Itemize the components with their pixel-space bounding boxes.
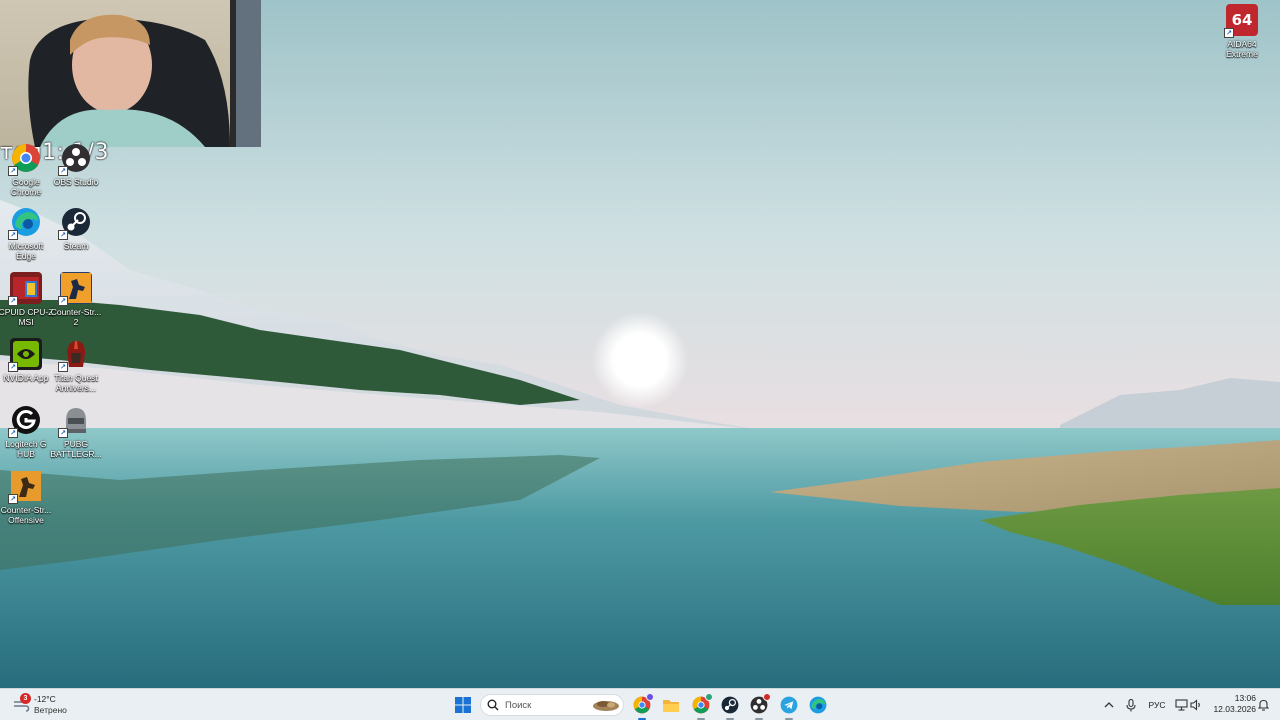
shortcut-arrow-icon: ↗ xyxy=(8,230,18,240)
notification-badge xyxy=(646,693,654,701)
nvidia-icon: ↗ xyxy=(8,338,42,372)
titan-quest-icon: ↗ xyxy=(58,338,92,372)
cpuz-icon: ↗ xyxy=(8,272,42,306)
desktop-icon-logitech-g-hub[interactable]: ↗ Logitech G HUB xyxy=(0,404,52,459)
taskbar-app-chrome[interactable] xyxy=(630,693,654,720)
edge-icon xyxy=(809,696,827,714)
shortcut-arrow-icon: ↗ xyxy=(8,296,18,306)
network-monitor-icon xyxy=(1174,699,1188,711)
shortcut-arrow-icon: ↗ xyxy=(8,166,18,176)
microphone-button[interactable] xyxy=(1124,697,1138,713)
microphone-icon xyxy=(1126,698,1136,711)
desktop-icon-label: CPUID CPU-Z MSI xyxy=(0,307,54,327)
pubg-icon: ↗ xyxy=(58,404,92,438)
shortcut-arrow-icon: ↗ xyxy=(58,362,68,372)
shortcut-arrow-icon: ↗ xyxy=(58,428,68,438)
edge-icon: ↗ xyxy=(8,206,42,240)
desktop-icon-label: Logitech G HUB xyxy=(5,439,47,459)
notification-badge xyxy=(705,693,713,701)
taskbar-app-steam[interactable] xyxy=(718,693,742,720)
desktop-icon-label: Google Chrome xyxy=(10,177,42,197)
taskbar-app-chrome-2[interactable] xyxy=(689,693,713,720)
csgo-icon: ↗ xyxy=(8,470,42,504)
desktop-icon-label: AIDA64 Extreme xyxy=(1226,39,1258,59)
taskbar-app-obs[interactable] xyxy=(747,693,771,720)
input-language: РУС xyxy=(1148,700,1166,710)
notification-badge xyxy=(763,693,771,701)
shortcut-arrow-icon: ↗ xyxy=(8,362,18,372)
taskbar-app-telegram[interactable] xyxy=(777,693,801,720)
desktop-icon-pubg[interactable]: ↗ PUBG BATTLEGR... xyxy=(50,404,102,459)
telegram-icon xyxy=(780,696,798,714)
start-button[interactable] xyxy=(451,693,475,717)
volume-button[interactable] xyxy=(1189,697,1203,713)
desktop-icon-titan-quest[interactable]: ↗ Titan Quest Annivers... xyxy=(50,338,102,393)
search-highlight-icon xyxy=(593,701,619,711)
clock-time: 13:06 xyxy=(1234,693,1256,703)
chevron-up-icon xyxy=(1104,702,1114,708)
desktop-icon-counter-strike-go[interactable]: ↗ Counter-Str... Offensive xyxy=(0,470,52,525)
notification-bell-icon xyxy=(1257,699,1269,711)
taskbar-search[interactable]: Поиск xyxy=(480,694,624,716)
weather-badge: 3 xyxy=(20,693,31,704)
shortcut-arrow-icon: ↗ xyxy=(58,166,68,176)
weather-temp: -12°C xyxy=(34,694,56,704)
shortcut-arrow-icon: ↗ xyxy=(58,230,68,240)
desktop-icon-microsoft-edge[interactable]: ↗ Microsoft Edge xyxy=(0,206,52,261)
taskbar: 3 -12°C Ветрено Поиск РУС 13:06 12.03.20… xyxy=(0,688,1280,720)
desktop-icon-label: Microsoft Edge xyxy=(8,241,44,261)
weather-widget[interactable]: 3 -12°C Ветрено xyxy=(12,693,82,717)
notifications-button[interactable] xyxy=(1256,697,1270,713)
desktop-icon-label: OBS Studio xyxy=(53,177,99,187)
show-hidden-icons-button[interactable] xyxy=(1102,697,1116,713)
shortcut-arrow-icon: ↗ xyxy=(1224,28,1234,38)
clock-date: 12.03.2026 xyxy=(1213,704,1256,714)
aida64-glyph: 64 xyxy=(1231,11,1253,29)
desktop-icon-google-chrome[interactable]: ↗ Google Chrome xyxy=(0,142,52,197)
weather-desc: Ветрено xyxy=(34,705,67,715)
desktop-icon-label: Counter-Str... Offensive xyxy=(0,505,52,525)
cs2-icon: ↗ xyxy=(58,272,92,306)
input-language-button[interactable]: РУС xyxy=(1146,697,1168,713)
folder-icon xyxy=(663,700,679,712)
desktop-icon-counter-strike-2[interactable]: ↗ Counter-Str... 2 xyxy=(50,272,102,327)
desktop-icon-cpuid-cpu-z-msi[interactable]: ↗ CPUID CPU-Z MSI xyxy=(0,272,54,327)
desktop-icon-aida64[interactable]: 64 ↗ AIDA64 Extreme xyxy=(1216,4,1268,59)
steam-icon xyxy=(721,696,739,714)
webcam-overlay xyxy=(0,0,261,147)
desktop-icon-nvidia-app[interactable]: ↗ NVIDIA App xyxy=(0,338,52,383)
shortcut-arrow-icon: ↗ xyxy=(8,494,18,504)
obs-icon: ↗ xyxy=(58,142,92,176)
desktop-icon-label: Counter-Str... 2 xyxy=(50,307,102,327)
shortcut-arrow-icon: ↗ xyxy=(8,428,18,438)
steam-icon: ↗ xyxy=(58,206,92,240)
search-placeholder: Поиск xyxy=(505,700,532,711)
logitech-icon: ↗ xyxy=(8,404,42,438)
taskbar-app-file-explorer[interactable] xyxy=(659,693,683,717)
network-button[interactable] xyxy=(1174,697,1188,713)
desktop-icon-label: Titan Quest Annivers... xyxy=(54,373,98,393)
desktop-icon-label: Steam xyxy=(63,241,89,251)
taskbar-app-edge[interactable] xyxy=(806,693,830,717)
chrome-icon: ↗ xyxy=(8,142,42,176)
desktop-icon-label: NVIDIA App xyxy=(3,373,49,383)
desktop-icon-steam[interactable]: ↗ Steam xyxy=(50,206,102,251)
desktop-icon-label: PUBG BATTLEGR... xyxy=(50,439,102,459)
search-icon xyxy=(487,699,499,711)
speaker-icon xyxy=(1190,699,1200,711)
windows-icon xyxy=(455,697,471,713)
taskbar-clock[interactable]: 13:06 12.03.2026 xyxy=(1208,693,1256,715)
aida64-icon: 64 ↗ xyxy=(1224,4,1258,38)
shortcut-arrow-icon: ↗ xyxy=(58,296,68,306)
desktop-icon-obs-studio[interactable]: ↗ OBS Studio xyxy=(50,142,102,187)
